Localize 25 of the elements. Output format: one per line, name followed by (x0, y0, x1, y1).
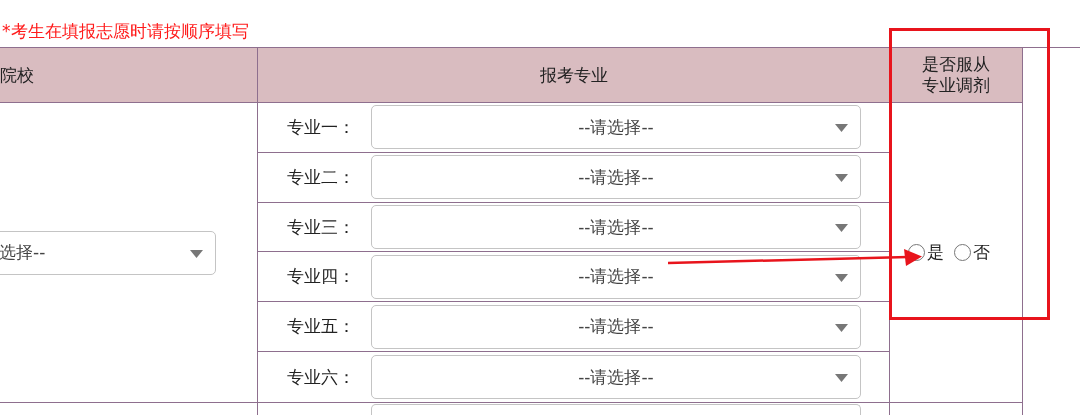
major-label: 专业四： (286, 265, 355, 289)
caret-icon (835, 224, 848, 233)
major-label: 专业二： (286, 165, 355, 189)
major-dropdown[interactable]: --请选择-- (371, 205, 861, 250)
caret-icon (835, 374, 848, 383)
major-label: 专业三： (286, 215, 355, 239)
major-dropdown[interactable]: --请选择-- (371, 304, 861, 349)
major-dropdown[interactable]: --请选择-- (371, 254, 861, 299)
caret-icon (835, 124, 848, 133)
caret-icon (835, 174, 848, 183)
school-dropdown[interactable]: 选择-- (0, 230, 216, 275)
major-dropdown[interactable]: --请选择-- (371, 355, 861, 400)
caret-icon (835, 273, 848, 282)
major-label: 专业一： (286, 115, 355, 139)
column-header: 是否服从专业调剂 (890, 48, 1023, 103)
instruction-note: *考生在填报志愿时请按顺序填写 (1, 20, 250, 43)
caret-icon (190, 249, 203, 258)
radio-option[interactable]: 否 (954, 241, 990, 264)
major-dropdown[interactable]: --请选择-- (371, 105, 861, 150)
major-label: 专业六： (286, 365, 355, 389)
major-label: 专业五： (286, 315, 355, 339)
caret-icon (835, 323, 848, 332)
major-dropdown[interactable]: --请选择-- (371, 155, 861, 200)
column-header: 院校 (0, 48, 258, 103)
column-header: 报考专业 (258, 48, 890, 103)
